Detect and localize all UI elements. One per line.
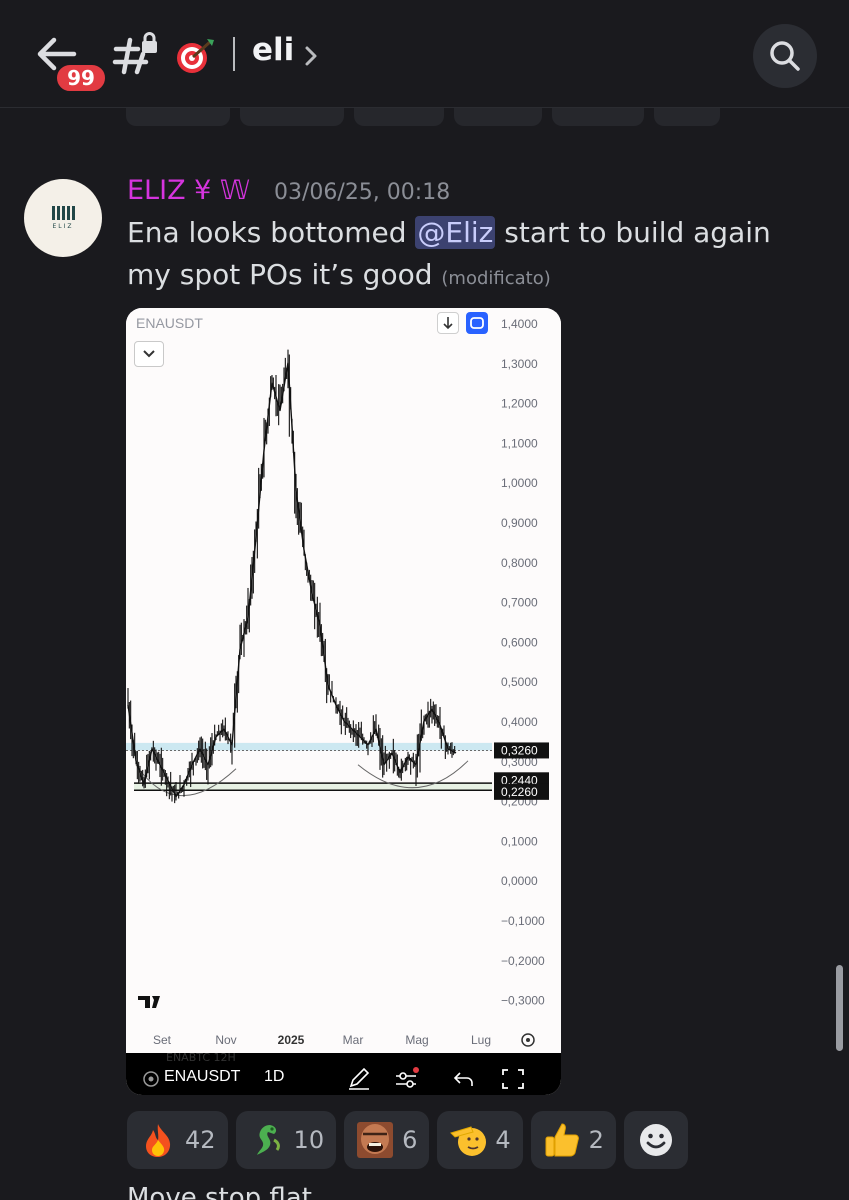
y-tick-label: 0,4000: [501, 715, 538, 729]
fire-emoji-icon: [139, 1121, 177, 1159]
undo-icon[interactable]: [451, 1067, 477, 1091]
y-tick-label: 0,9000: [501, 516, 538, 530]
search-icon: [770, 41, 800, 71]
y-tick-label: 1,4000: [501, 317, 538, 331]
y-tick-label: 1,1000: [501, 436, 538, 450]
expand-button[interactable]: [466, 312, 488, 334]
dart-target-icon: [177, 39, 214, 73]
header-separator: [233, 37, 235, 71]
green-dragon-icon: [248, 1121, 286, 1159]
message-text: Ena looks bottomed: [127, 216, 416, 249]
reaction-pill[interactable]: 4: [437, 1111, 523, 1169]
edited-marker: (modificato): [441, 268, 551, 289]
reactions-bar: 42 10 6 4 2: [127, 1111, 688, 1169]
y-tick-label: 0,0000: [501, 874, 538, 888]
current-price-band: [126, 742, 492, 751]
channel-name[interactable]: eli: [252, 32, 294, 68]
hidden-symbol-row: ENABTC 12H: [126, 1053, 561, 1065]
x-tick-label: Nov: [215, 1033, 236, 1047]
reaction-count: 10: [293, 1126, 325, 1154]
user-mention[interactable]: @Eliz: [415, 216, 496, 249]
laughing-man-custom-icon: [356, 1121, 394, 1159]
chart-image-embed[interactable]: 1,4000 1,3000 1,2000 1,1000 1,0000 0,9000 0,80…: [126, 308, 561, 1095]
avatar[interactable]: ELIZ: [24, 179, 102, 257]
thumbs-up-icon: [543, 1121, 581, 1159]
x-tick-label: 2025: [278, 1033, 305, 1047]
next-message-text: Move stop flat: [127, 1183, 312, 1200]
message-author[interactable]: ELIZ ¥ 𝕎: [127, 175, 250, 206]
search-button[interactable]: [753, 24, 817, 88]
symbol-dropdown[interactable]: [134, 341, 164, 367]
chevron-right-icon[interactable]: [304, 44, 318, 68]
scrollbar-thumb[interactable]: [836, 965, 843, 1051]
y-tick-label: −0,2000: [501, 954, 545, 968]
pen-icon[interactable]: [346, 1067, 372, 1091]
avatar-label: ELIZ: [52, 223, 74, 230]
y-tick-label: 0,8000: [501, 556, 538, 570]
arrow-down-icon: [443, 317, 453, 330]
y-tick-label: 1,3000: [501, 357, 538, 371]
reaction-pill[interactable]: 10: [235, 1111, 337, 1169]
message-timestamp: 03/06/25, 00:18: [274, 180, 451, 205]
reaction-count: 6: [402, 1126, 418, 1154]
support-zone: [134, 783, 492, 791]
salute-face-icon: [449, 1121, 487, 1159]
fullscreen-icon[interactable]: [500, 1067, 526, 1091]
chart-background: [126, 308, 561, 1053]
channel-header: 99 eli: [0, 0, 849, 108]
expand-icon: [470, 317, 484, 329]
scroll-down-button[interactable]: [437, 312, 459, 334]
price-tag-support_bottom: 0,2260: [501, 785, 538, 799]
y-tick-label: 0,1000: [501, 834, 538, 848]
reaction-pill[interactable]: 42: [127, 1111, 228, 1169]
x-tick-label: Mar: [343, 1033, 364, 1047]
price-chart: 1,4000 1,3000 1,2000 1,1000 1,0000 0,9000 0,80…: [126, 308, 561, 1053]
avatar-logo-icon: [51, 206, 75, 220]
y-tick-label: 0,5000: [501, 675, 538, 689]
unread-count-badge[interactable]: 99: [54, 62, 108, 94]
indicators-icon[interactable]: [394, 1067, 420, 1091]
x-tick-label: Mag: [405, 1033, 428, 1047]
reaction-pill[interactable]: 2: [530, 1111, 616, 1169]
chart-symbol-label: ENAUSDT: [136, 315, 203, 331]
toolbar-symbol[interactable]: ENAUSDT: [164, 1068, 240, 1086]
y-tick-label: 1,0000: [501, 476, 538, 490]
reaction-pill[interactable]: 6: [344, 1111, 430, 1169]
price-tag-current: 0,3260: [501, 743, 538, 757]
locked-hash-icon: [112, 32, 157, 75]
reaction-count: 4: [495, 1126, 511, 1154]
y-tick-label: 0,7000: [501, 596, 538, 610]
toolbar-interval[interactable]: 1D: [264, 1068, 284, 1086]
y-tick-label: 0,6000: [501, 635, 538, 649]
chevron-down-icon: [143, 350, 155, 358]
tradingview-badge-icon: [143, 1071, 159, 1087]
y-tick-label: −0,1000: [501, 914, 545, 928]
message-content: Ena looks bottomed @Eliz start to build …: [127, 212, 817, 300]
add-reaction-button[interactable]: [623, 1111, 688, 1169]
reaction-count: 2: [588, 1126, 604, 1154]
y-tick-label: 1,2000: [501, 397, 538, 411]
x-tick-label: Lug: [471, 1033, 491, 1047]
chart-settings-icon-center: [526, 1038, 530, 1042]
y-tick-label: −0,3000: [501, 994, 545, 1008]
reaction-count: 42: [185, 1126, 216, 1154]
x-tick-label: Set: [153, 1033, 172, 1047]
add-reaction-smiley-icon: [639, 1124, 672, 1156]
